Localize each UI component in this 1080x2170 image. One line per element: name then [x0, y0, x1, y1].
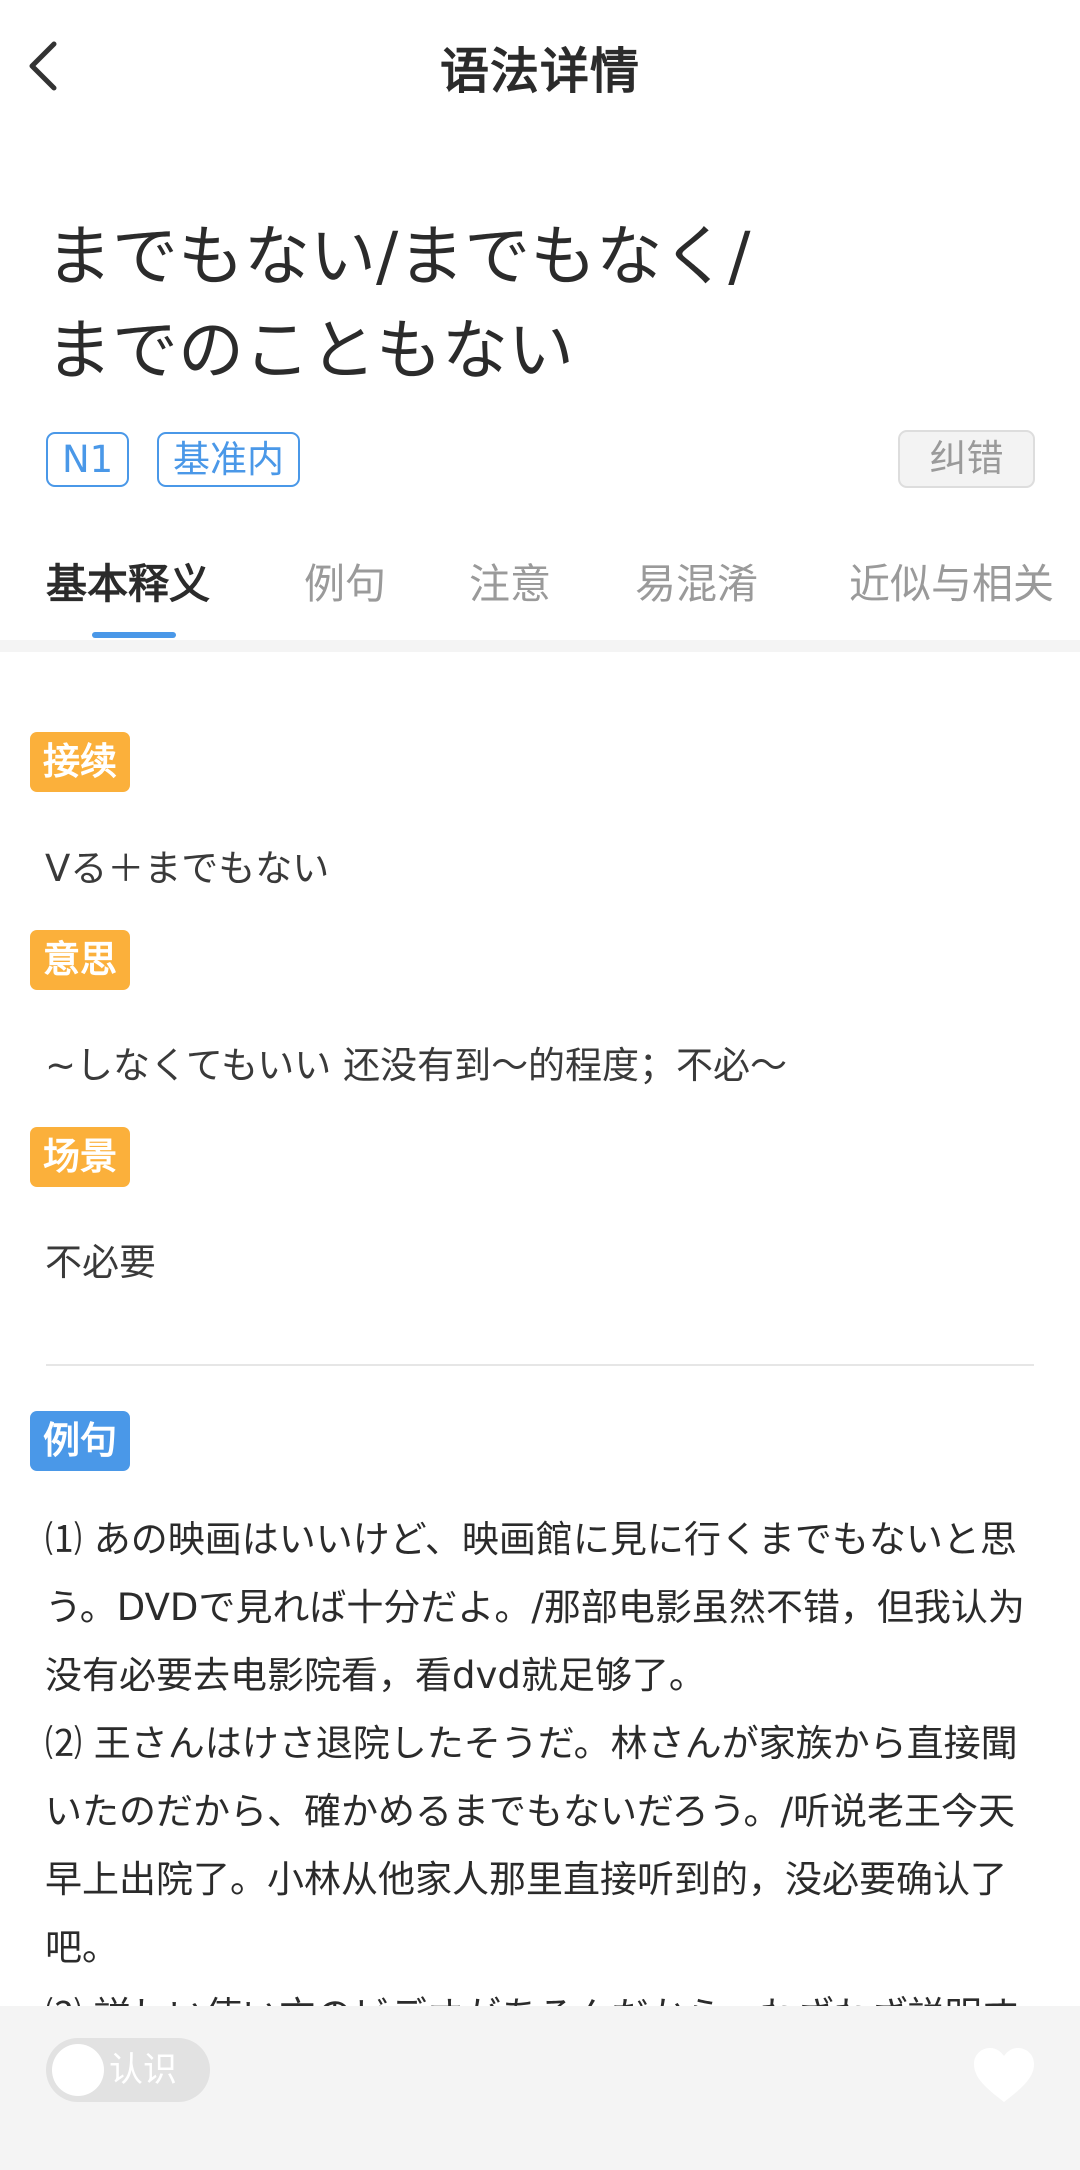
connection-label: 接续: [30, 732, 130, 792]
examples-label: 例句: [30, 1411, 130, 1471]
tab-similar-related[interactable]: 近似与相关: [849, 550, 1054, 610]
heart-icon: [974, 2048, 1034, 2102]
bottom-bar: 认识: [0, 2006, 1080, 2170]
top-bar: 语法详情: [0, 0, 1080, 135]
known-toggle[interactable]: 认识: [46, 2038, 210, 2102]
grammar-title-line-2: までのこともない: [46, 312, 574, 389]
scene-label: 场景: [30, 1127, 130, 1187]
section-separator: [0, 640, 1080, 652]
meaning-text: ~しなくてもいい 还没有到～的程度；不必～: [45, 1044, 788, 1087]
grammar-title: までもない/までもなく/ までのこともない: [46, 210, 1006, 398]
tab-confusables[interactable]: 易混淆: [635, 550, 758, 610]
connection-text: Vる＋までもない: [45, 847, 330, 890]
tab-basic-meaning[interactable]: 基本释义: [46, 550, 210, 610]
divider: [46, 1364, 1034, 1366]
example-item: ⑵ 王さんはけさ退院したそうだ。林さんが家族から直接聞いたのだから、確かめるまで…: [45, 1722, 1018, 1969]
example-item: ⑶ 詳しい使い方のビデオがあるんだから、わざわざ説明するまでもない。: [45, 1982, 1025, 2006]
page-title: 语法详情: [439, 43, 640, 100]
favorite-button[interactable]: [972, 2046, 1036, 2104]
scene-text: 不必要: [45, 1241, 156, 1284]
toggle-knob: [52, 2044, 104, 2096]
report-error-button[interactable]: 纠错: [898, 430, 1035, 488]
example-item: ⑴ あの映画はいいけど、映画館に見に行くまでもないと思う。DVDで見れば十分だよ…: [45, 1518, 1025, 1697]
detail-tabs: 基本释义 例句 注意 易混淆 近似与相关: [0, 530, 1080, 640]
tab-notes[interactable]: 注意: [469, 550, 551, 610]
grammar-title-line-1: までもない/までもなく/: [46, 218, 751, 295]
known-toggle-label: 认识: [109, 2050, 177, 2090]
meaning-label: 意思: [30, 930, 130, 990]
level-tag: N1: [46, 432, 130, 487]
active-tab-indicator: [92, 632, 176, 638]
standard-tag: 基准内: [157, 432, 300, 487]
tab-examples[interactable]: 例句: [304, 550, 386, 610]
examples-list: ⑴ あの映画はいいけど、映画館に見に行くまでもないと思う。DVDで見れば十分だよ…: [45, 1506, 1025, 2006]
